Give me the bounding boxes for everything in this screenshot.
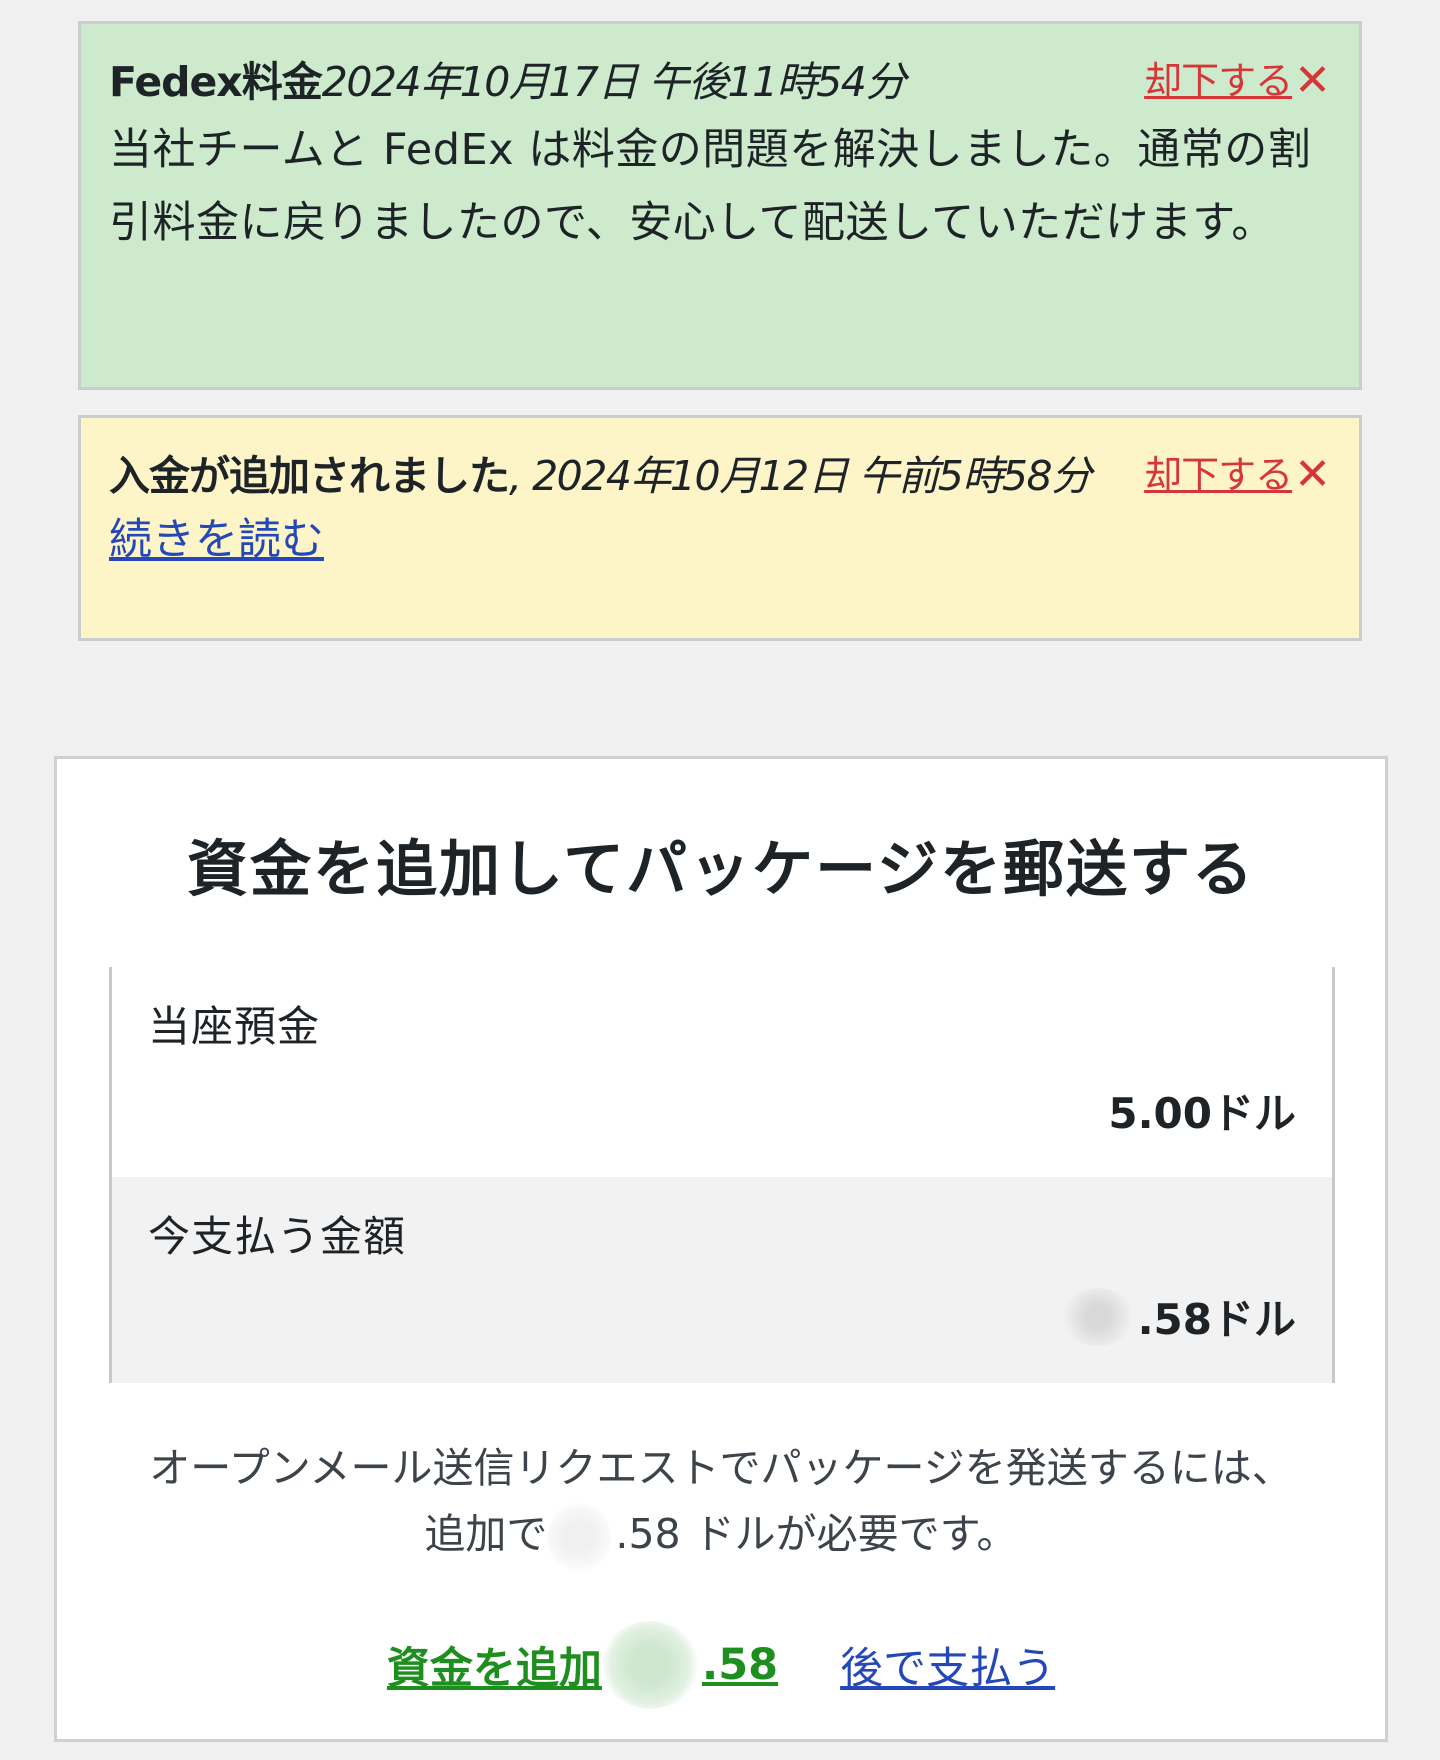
- read-more-link[interactable]: 続きを読む: [109, 515, 324, 565]
- message-line-2: 追加で .58 ドルが必要です。: [57, 1501, 1385, 1572]
- action-links: 資金を追加 .58 後で支払う: [57, 1621, 1385, 1709]
- dismiss-link[interactable]: 却下する: [1144, 450, 1293, 500]
- balance-label: 当座預金: [148, 1002, 321, 1051]
- dismiss-button[interactable]: 却下する ✕: [1144, 56, 1331, 106]
- balance-value: 5.00ドル: [1108, 1089, 1296, 1138]
- redacted-blur: [601, 1621, 698, 1709]
- amount-due-value: .58ドル: [1061, 1286, 1296, 1347]
- message-prefix: 追加で: [424, 1510, 548, 1558]
- dismiss-link[interactable]: 却下する: [1144, 56, 1293, 106]
- close-icon[interactable]: ✕: [1294, 450, 1331, 500]
- fedex-rate-notice: Fedex料金 2024年10月17日 午後11時54分 却下する ✕ 当社チー…: [78, 21, 1362, 390]
- close-icon[interactable]: ✕: [1294, 56, 1331, 106]
- notice-title: Fedex料金: [109, 58, 323, 106]
- balance-row: 当座預金 5.00ドル: [112, 967, 1332, 1177]
- notice-date: 2024年10月17日 午後11時54分: [321, 58, 907, 106]
- deposit-added-notice: 入金が追加されました , 2024年10月12日 午前5時58分 却下する ✕ …: [78, 415, 1362, 641]
- amount-due-text: .58ドル: [1137, 1295, 1296, 1344]
- add-funds-panel: 資金を追加してパッケージを郵送する 当座預金 5.00ドル 今支払う金額 .58…: [54, 756, 1388, 1742]
- required-funds-message: オープンメール送信リクエストでパッケージを発送するには、 追加で .58 ドルが必…: [57, 1435, 1385, 1572]
- panel-title: 資金を追加してパッケージを郵送する: [187, 834, 1255, 905]
- dismiss-button[interactable]: 却下する ✕: [1144, 450, 1331, 500]
- notice-body: 当社チームと FedEx は料金の問題を解決しました。通常の割引料金に戻りました…: [109, 125, 1312, 248]
- amount-due-label: 今支払う金額: [148, 1212, 407, 1261]
- message-suffix: .58 ドルが必要です。: [615, 1510, 1018, 1558]
- balance-table: 当座預金 5.00ドル 今支払う金額 .58ドル: [109, 967, 1335, 1383]
- redacted-blur: [1061, 1287, 1134, 1346]
- add-funds-label[interactable]: 資金を追加: [387, 1634, 602, 1696]
- pay-later-link[interactable]: 後で支払う: [840, 1634, 1055, 1696]
- message-line-1: オープンメール送信リクエストでパッケージを発送するには、: [149, 1444, 1293, 1492]
- amount-due-row: 今支払う金額 .58ドル: [112, 1177, 1332, 1383]
- add-funds-amount[interactable]: .58: [702, 1640, 778, 1690]
- notice-date: , 2024年10月12日 午前5時58分: [509, 452, 1092, 500]
- redacted-blur: [547, 1502, 612, 1572]
- notice-title: 入金が追加されました: [109, 452, 510, 500]
- add-funds-button[interactable]: 資金を追加 .58: [387, 1621, 778, 1709]
